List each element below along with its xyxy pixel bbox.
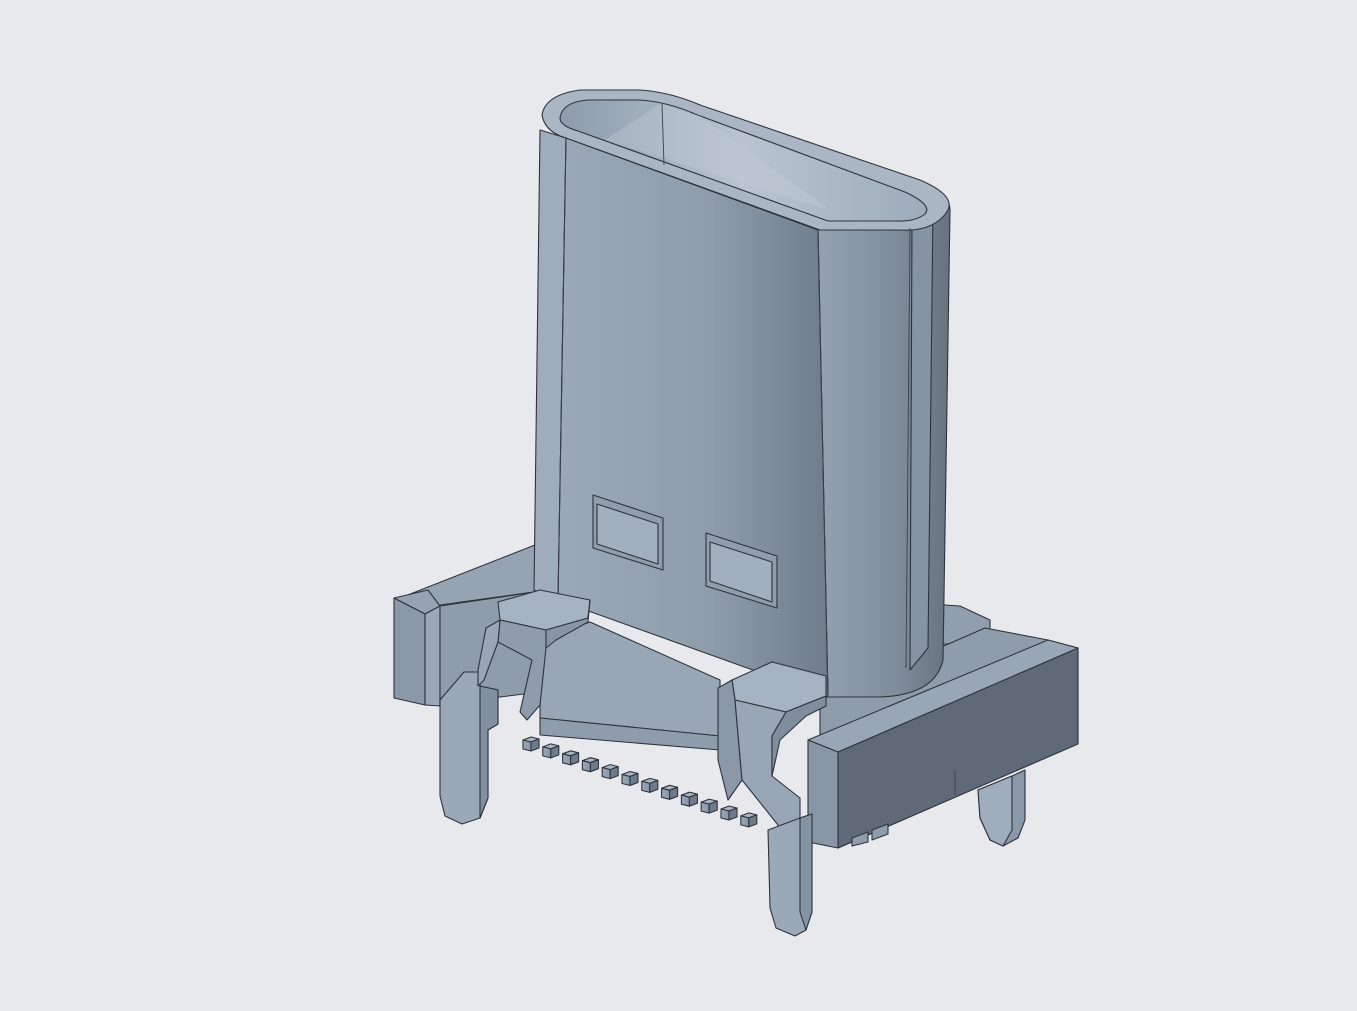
signal-pin-face [621, 773, 631, 787]
signal-pin-face [522, 739, 532, 752]
receptacle-shell [533, 89, 951, 698]
mounting-leg-right-front [767, 813, 813, 937]
signal-pin-face [700, 801, 710, 814]
connector-3d-model[interactable] [0, 0, 1357, 1011]
signal-pin-face [542, 746, 552, 759]
signal-pin-face [601, 767, 611, 780]
signal-pin-face [562, 753, 572, 766]
cad-viewport[interactable] [0, 0, 1357, 1011]
signal-pin-face [641, 780, 651, 793]
signal-pin-face [581, 760, 591, 773]
signal-pin-face [661, 787, 671, 800]
mounting-leg-left-front [439, 671, 499, 825]
signal-pin-face [740, 815, 750, 828]
signal-pin-face [680, 794, 690, 807]
signal-pin-face [720, 808, 730, 821]
